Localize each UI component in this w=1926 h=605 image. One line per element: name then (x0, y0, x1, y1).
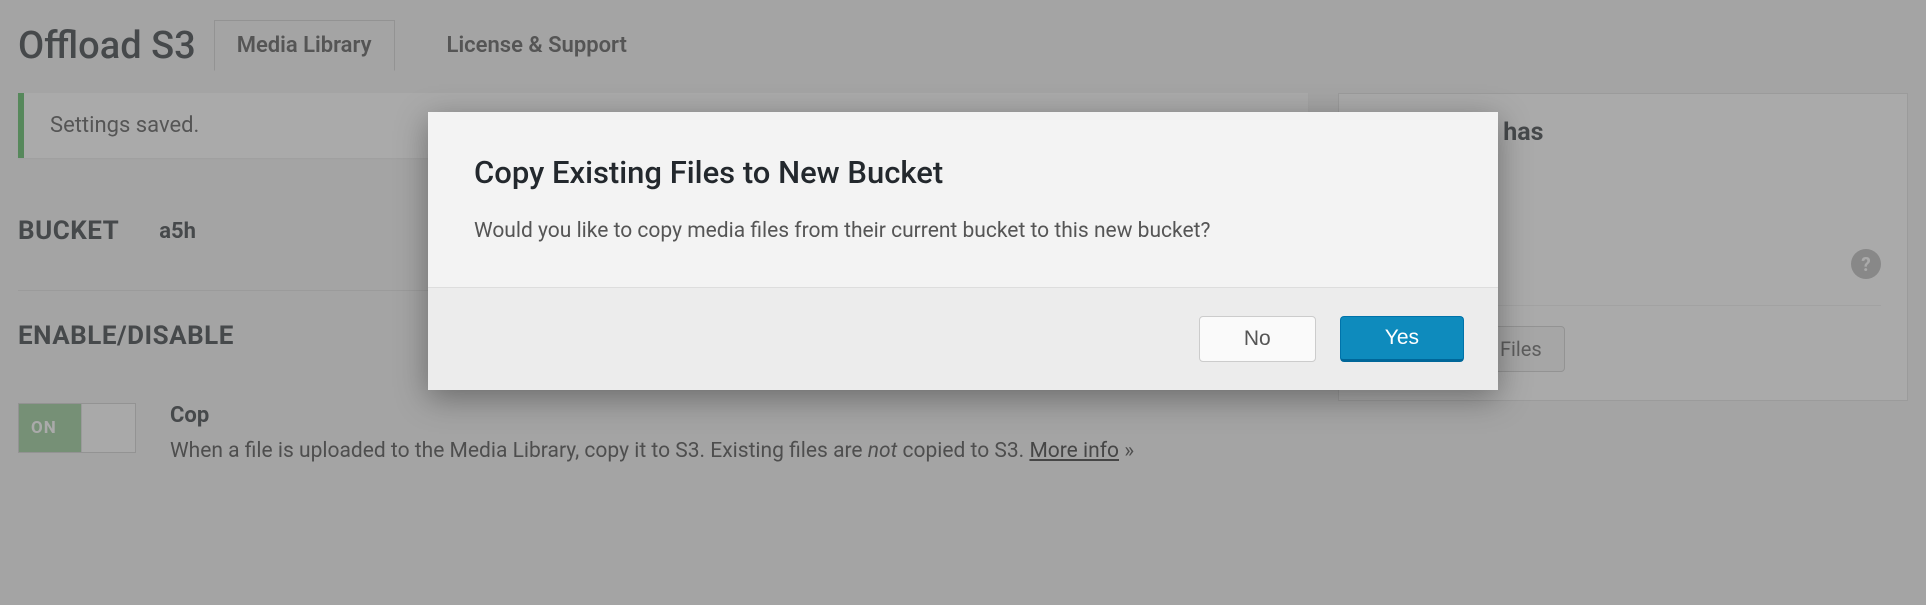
modal-footer: No Yes (428, 287, 1498, 390)
modal-title: Copy Existing Files to New Bucket (474, 154, 1452, 191)
yes-button[interactable]: Yes (1340, 316, 1464, 362)
modal-dialog: Copy Existing Files to New Bucket Would … (428, 112, 1498, 390)
modal-overlay: Copy Existing Files to New Bucket Would … (0, 0, 1926, 605)
modal-text: Would you like to copy media files from … (474, 219, 1452, 243)
no-button[interactable]: No (1199, 316, 1316, 362)
